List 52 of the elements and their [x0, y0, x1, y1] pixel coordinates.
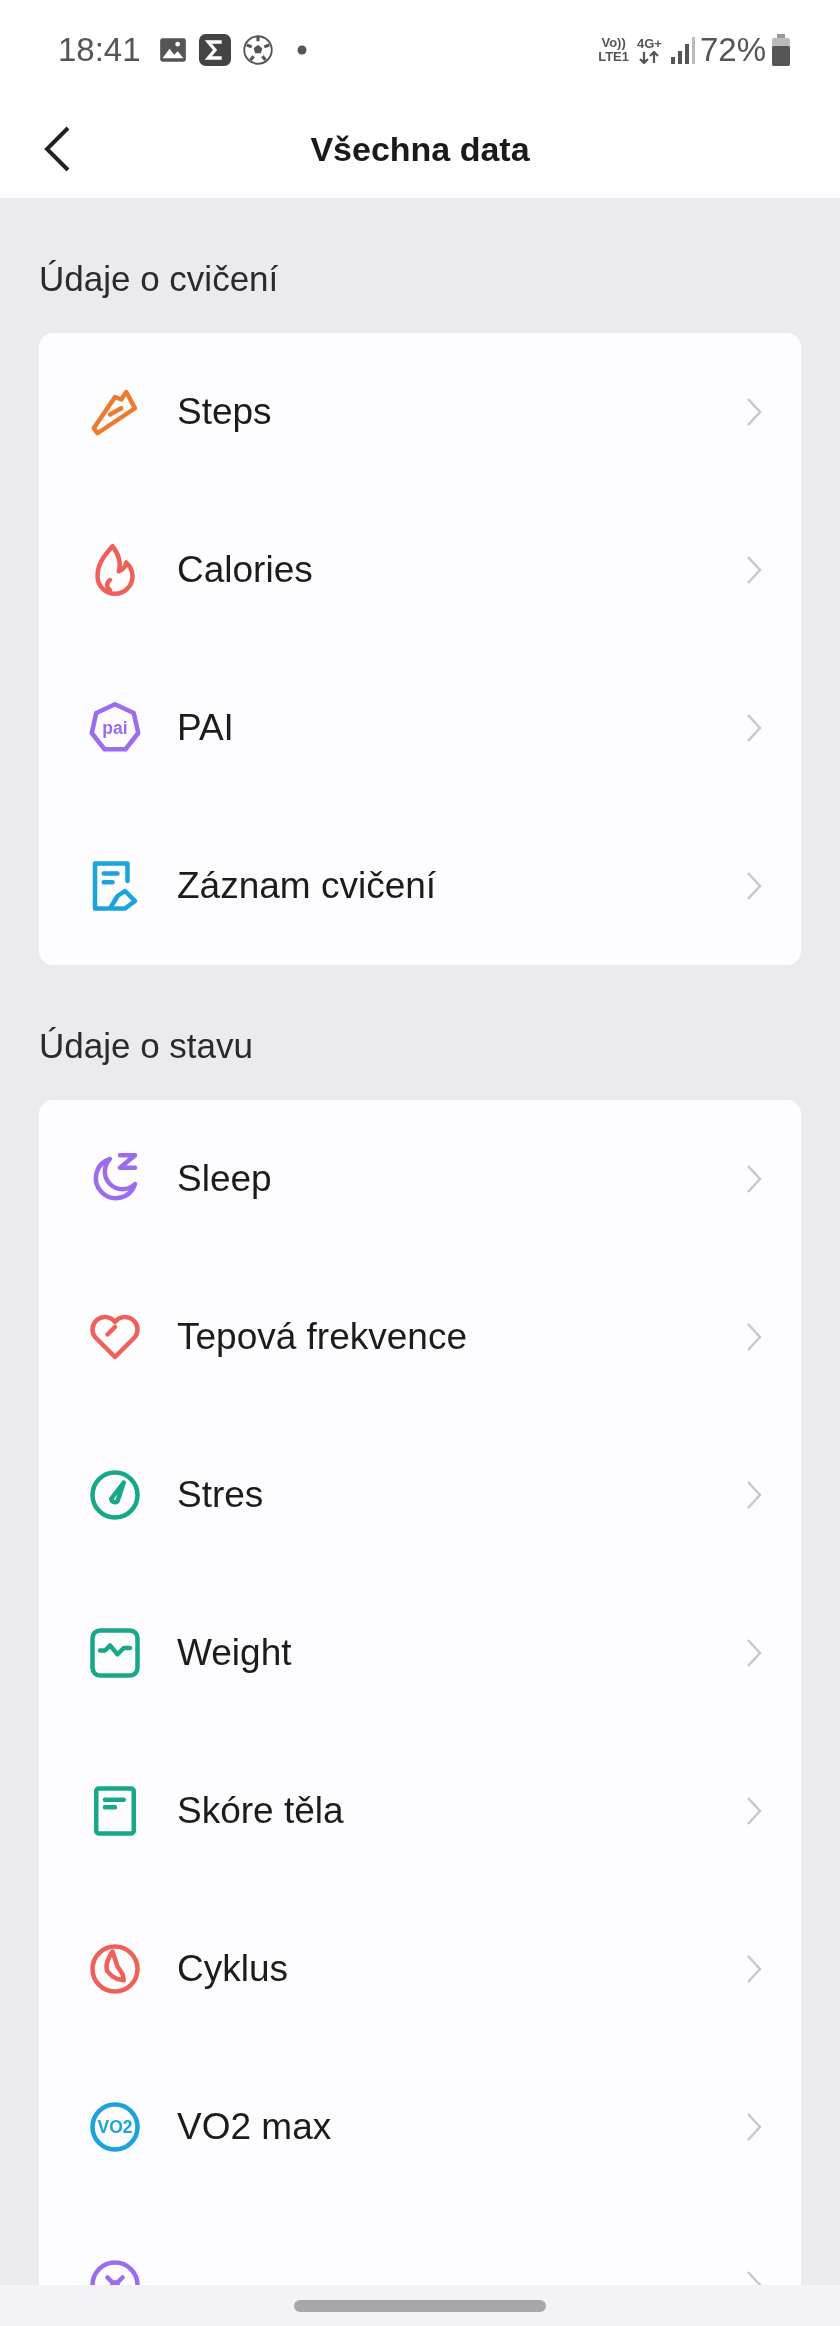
chevron-icon: [745, 1321, 763, 1353]
battery-percent: 72%: [699, 31, 766, 69]
data-list-item[interactable]: VO2 VO2 max: [39, 2048, 801, 2206]
dot-icon: [296, 45, 307, 55]
item-label: Skóre těla: [177, 1790, 344, 1832]
chevron-icon: [745, 712, 763, 744]
chevron-icon: [745, 1637, 763, 1669]
chevron-icon: [745, 396, 763, 428]
data-list-item[interactable]: Calories: [39, 491, 801, 649]
home-handle[interactable]: [294, 2299, 546, 2312]
network-label: 4G+: [637, 36, 662, 51]
item-label: Tepová frekvence: [177, 1316, 467, 1358]
data-list-item[interactable]: Weight: [39, 1574, 801, 1732]
data-arrows-icon: [638, 50, 661, 64]
battery-icon: [772, 34, 790, 66]
item-label: Weight: [177, 1632, 292, 1674]
chevron-icon: [745, 1163, 763, 1195]
chevron-icon: [745, 1795, 763, 1827]
icon-label: pai: [102, 718, 128, 739]
data-list-item[interactable]: pai PAI: [39, 649, 801, 807]
icon-label: VO2: [97, 2117, 133, 2138]
chevron-icon: [745, 1953, 763, 1985]
data-list-item[interactable]: Steps: [39, 333, 801, 491]
volte-label: Vo)): [601, 36, 626, 50]
image-icon: [158, 36, 187, 64]
signal-icon: [669, 35, 696, 65]
data-list-item[interactable]: Stres: [39, 1416, 801, 1574]
chevron-icon: [745, 870, 763, 902]
sigma-icon: [198, 34, 231, 66]
data-list-item[interactable]: Sleep: [39, 1100, 801, 1258]
item-label: Sleep: [177, 1158, 272, 1200]
back-button[interactable]: [42, 124, 72, 174]
lte-label: LTE1: [598, 50, 629, 64]
item-label: Záznam cvičení: [177, 865, 437, 907]
chevron-icon: [745, 1479, 763, 1511]
status-time: 18:41: [58, 31, 141, 69]
data-list-item[interactable]: Skóre těla: [39, 1732, 801, 1890]
chevron-icon: [745, 554, 763, 586]
item-label: PAI: [177, 707, 234, 749]
section-title: Údaje o cvičení: [39, 258, 279, 300]
data-list-item[interactable]: Tepová frekvence: [39, 1258, 801, 1416]
item-label: VO2 max: [177, 2106, 332, 2148]
item-label: Cyklus: [177, 1948, 289, 1990]
page-title: Všechna data: [310, 129, 530, 169]
soccer-ball-icon: [242, 35, 273, 65]
item-label: Stres: [177, 1474, 264, 1516]
item-label: Calories: [177, 549, 313, 591]
section-title: Údaje o stavu: [39, 1025, 254, 1067]
data-list-item[interactable]: Záznam cvičení: [39, 807, 801, 965]
data-list-item[interactable]: Cyklus: [39, 1890, 801, 2048]
item-label: Steps: [177, 391, 272, 433]
chevron-icon: [745, 2111, 763, 2143]
